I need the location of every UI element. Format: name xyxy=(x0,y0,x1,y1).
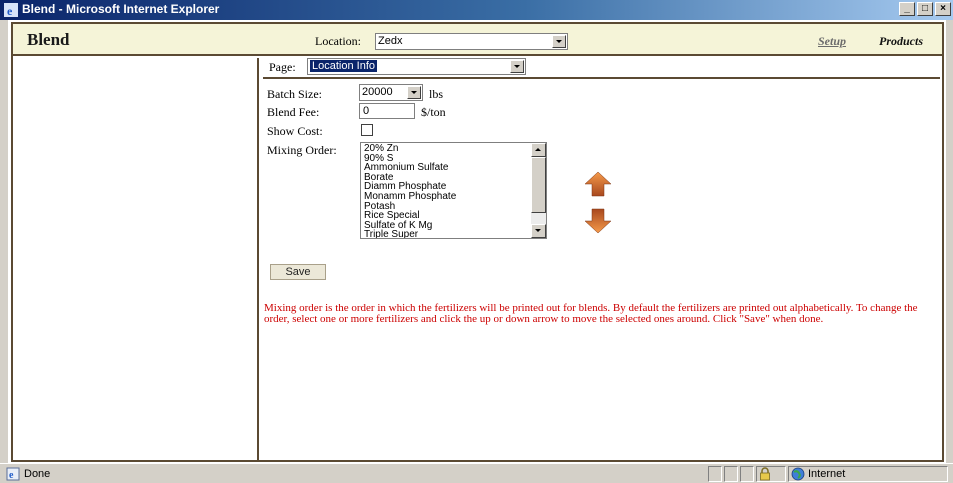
chevron-down-icon[interactable] xyxy=(407,86,421,99)
location-label: Location: xyxy=(315,34,361,48)
svg-text:e: e xyxy=(9,470,14,481)
window-frame-right xyxy=(946,20,953,463)
status-cell xyxy=(724,466,738,482)
main-panel: Page: Location Info Batch Size: 20000 lb… xyxy=(261,58,942,460)
move-up-arrow-icon[interactable] xyxy=(584,171,612,197)
zone-text: Internet xyxy=(808,468,846,480)
page-selector-row: Page: Location Info xyxy=(263,58,940,75)
page-value: Location Info xyxy=(310,60,377,72)
window-title: Blend - Microsoft Internet Explorer xyxy=(22,2,220,16)
help-text: Mixing order is the order in which the f… xyxy=(264,302,918,325)
location-value: Zedx xyxy=(378,35,403,47)
show-cost-checkbox[interactable] xyxy=(361,124,373,136)
location-select[interactable]: Zedx xyxy=(375,33,568,50)
internet-zone-icon xyxy=(791,467,805,481)
status-cell xyxy=(708,466,722,482)
blend-fee-label: Blend Fee: xyxy=(267,105,320,119)
window-frame-left xyxy=(0,20,8,463)
status-cell xyxy=(740,466,754,482)
minimize-button[interactable]: _ xyxy=(899,2,915,16)
scroll-up-button[interactable] xyxy=(531,143,546,157)
scroll-thumb[interactable] xyxy=(531,157,546,213)
header-bar: Blend Location: Zedx Setup Products xyxy=(13,24,942,56)
chevron-down-icon[interactable] xyxy=(510,60,524,73)
batch-size-unit: lbs xyxy=(429,87,444,101)
blend-fee-unit: $/ton xyxy=(421,105,446,119)
lock-icon xyxy=(760,467,770,481)
mixing-order-label: Mixing Order: xyxy=(267,143,337,157)
status-bar: e Done Internet xyxy=(0,463,953,483)
mixing-order-listbox[interactable]: 20% Zn 90% S Ammonium Sulfate Borate Dia… xyxy=(360,142,547,239)
status-text: Done xyxy=(24,468,51,480)
page-label: Page: xyxy=(269,60,296,74)
batch-size-value: 20000 xyxy=(362,86,393,98)
mixing-order-list: 20% Zn 90% S Ammonium Sulfate Borate Dia… xyxy=(364,144,456,238)
scroll-down-button[interactable] xyxy=(531,224,546,238)
listbox-scrollbar[interactable] xyxy=(531,143,546,238)
left-sidebar xyxy=(13,58,259,460)
products-link[interactable]: Products xyxy=(879,34,923,49)
show-cost-label: Show Cost: xyxy=(267,124,323,138)
move-down-arrow-icon[interactable] xyxy=(584,208,612,234)
window-title-bar[interactable]: e Blend - Microsoft Internet Explorer _ … xyxy=(0,0,953,20)
ie-icon: e xyxy=(4,3,18,17)
page-content: Blend Location: Zedx Setup Products Page… xyxy=(8,20,946,463)
blend-fee-input[interactable]: 0 xyxy=(359,103,415,119)
save-button[interactable]: Save xyxy=(270,264,326,280)
app-title: Blend xyxy=(27,30,70,49)
list-item[interactable]: Triple Super xyxy=(364,230,456,238)
batch-size-label: Batch Size: xyxy=(267,87,322,101)
section-divider xyxy=(263,77,940,79)
page-done-icon: e xyxy=(6,467,20,481)
svg-text:e: e xyxy=(7,4,13,17)
page-select[interactable]: Location Info xyxy=(307,58,526,75)
chevron-down-icon[interactable] xyxy=(552,35,566,48)
close-button[interactable]: × xyxy=(935,2,951,16)
maximize-button[interactable]: □ xyxy=(917,2,933,16)
batch-size-select[interactable]: 20000 xyxy=(359,84,423,101)
setup-link[interactable]: Setup xyxy=(818,34,846,49)
window-controls: _ □ × xyxy=(897,2,951,18)
